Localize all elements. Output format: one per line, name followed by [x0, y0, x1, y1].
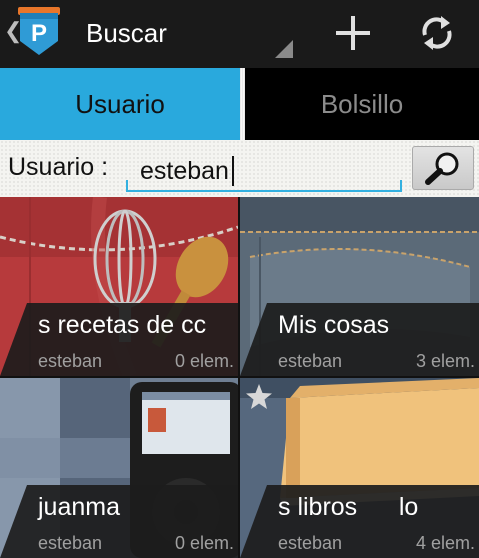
- tab-bolsillo[interactable]: Bolsillo: [245, 68, 479, 140]
- search-row: Usuario :: [0, 140, 479, 197]
- screen-title[interactable]: Buscar: [86, 18, 167, 48]
- collection-owner: esteban: [278, 351, 343, 371]
- collection-tile[interactable]: s libros lo esteban 4 elem.: [240, 378, 479, 558]
- tile-shadow: [240, 485, 267, 558]
- collection-title: s libros lo: [278, 493, 419, 521]
- spinner-arrow-icon[interactable]: [275, 40, 293, 58]
- collection-owner: esteban: [38, 351, 103, 371]
- add-button[interactable]: [328, 10, 378, 56]
- search-label: Usuario :: [8, 153, 109, 181]
- collection-title: s recetas de cc: [38, 311, 207, 339]
- collection-tile[interactable]: juanma esteban 0 elem.: [0, 378, 238, 558]
- tile-shadow: [240, 303, 267, 376]
- tile-info: s libros lo esteban 4 elem.: [267, 485, 479, 558]
- add-icon: [336, 16, 370, 50]
- star-icon[interactable]: [244, 382, 274, 412]
- tile-info: juanma esteban 0 elem.: [27, 485, 238, 558]
- tile-info: Mis cosas esteban 3 elem.: [267, 303, 479, 376]
- collection-tile[interactable]: s recetas de cc esteban 0 elem.: [0, 197, 238, 376]
- app-logo-icon[interactable]: P: [16, 7, 64, 57]
- collection-title: juanma: [38, 493, 120, 521]
- collection-count: 0 elem.: [174, 351, 234, 371]
- refresh-button[interactable]: [412, 10, 462, 56]
- tile-shadow: [0, 303, 27, 376]
- tab-bar: Usuario Bolsillo: [0, 68, 479, 140]
- collection-grid: s recetas de cc esteban 0 elem. Mis cosa…: [0, 197, 479, 558]
- collection-count: 4 elem.: [415, 533, 475, 553]
- search-input[interactable]: [126, 146, 402, 192]
- tile-info: s recetas de cc esteban 0 elem.: [27, 303, 238, 376]
- collection-owner: esteban: [278, 533, 343, 553]
- collection-tile[interactable]: Mis cosas esteban 3 elem.: [240, 197, 479, 376]
- tile-shadow: [0, 485, 27, 558]
- collection-count: 0 elem.: [174, 533, 234, 553]
- input-underline-edge: [400, 180, 402, 191]
- search-icon: [425, 152, 459, 185]
- tab-usuario[interactable]: Usuario: [0, 68, 240, 140]
- search-button[interactable]: [412, 146, 474, 190]
- refresh-icon: [422, 16, 452, 50]
- logo-letter: P: [31, 20, 47, 47]
- collection-owner: esteban: [38, 533, 103, 553]
- action-bar: ❮ P Buscar: [0, 0, 479, 68]
- input-underline-edge: [126, 180, 128, 191]
- collection-count: 3 elem.: [415, 351, 475, 371]
- collection-title: Mis cosas: [278, 311, 390, 339]
- text-cursor: [232, 156, 234, 186]
